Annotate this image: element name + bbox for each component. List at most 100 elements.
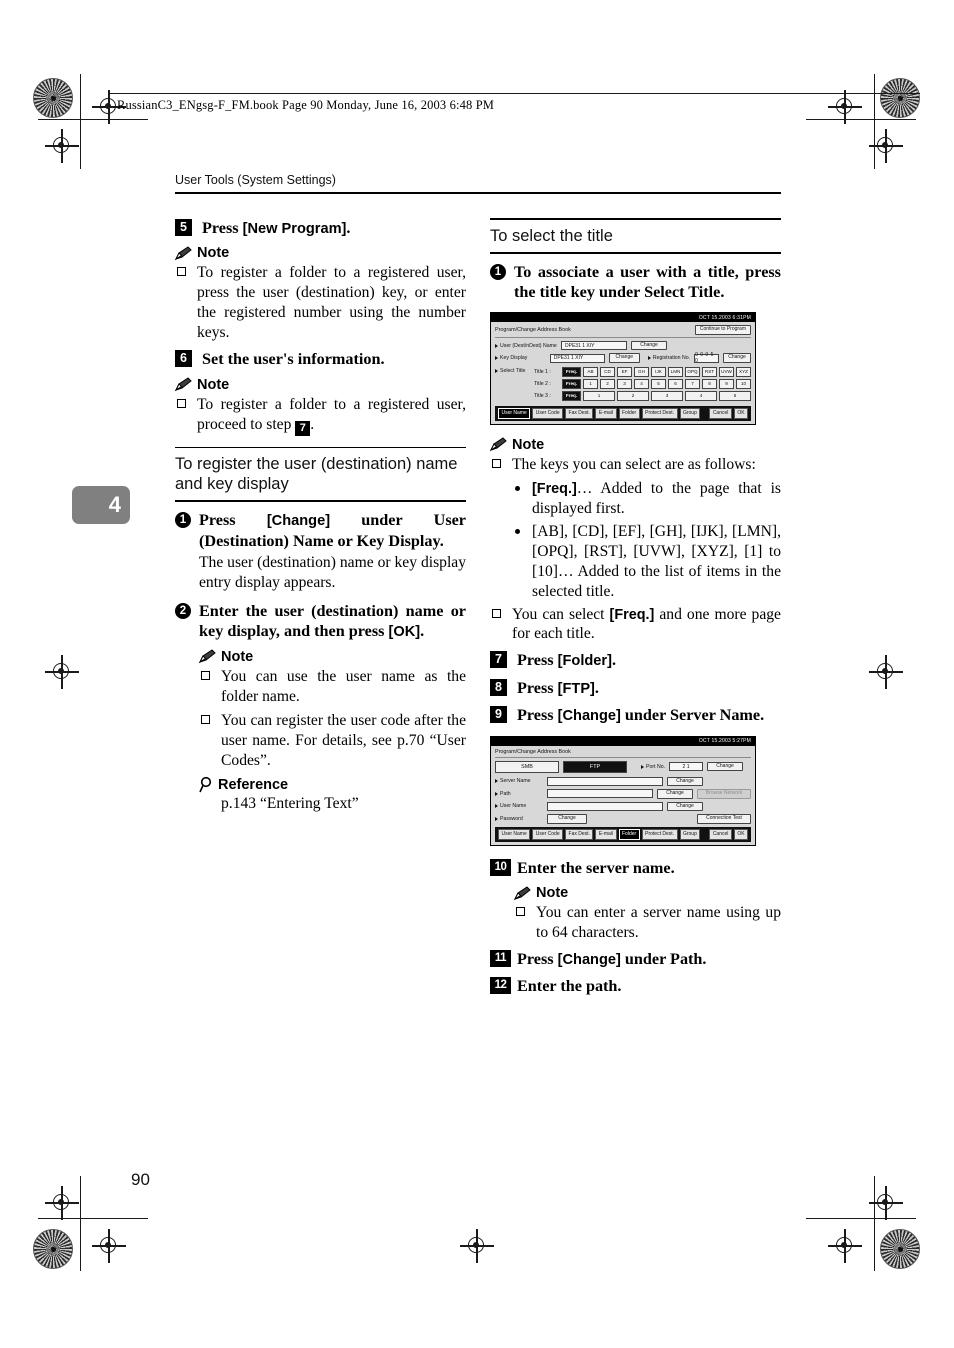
substep-1: 1 Press [Change] under User (Destination… bbox=[175, 510, 466, 593]
crop-mark-bottom-right-v bbox=[874, 1176, 875, 1271]
title-2-key[interactable]: 5 bbox=[651, 378, 666, 389]
server-name-label-text: Server Name bbox=[500, 778, 531, 785]
pencil-icon bbox=[199, 649, 216, 664]
title-1-key[interactable]: UVW bbox=[719, 366, 734, 377]
file-header-line: RussianC3_ENgsg-F_FM.book Page 90 Monday… bbox=[117, 98, 495, 112]
title-1-key[interactable]: GH bbox=[634, 366, 649, 377]
step-10: 10 Enter the server name. bbox=[490, 858, 781, 878]
title-1-key[interactable]: CD bbox=[600, 366, 615, 377]
tab-group[interactable]: Group bbox=[679, 828, 701, 840]
tab-group[interactable]: Group bbox=[679, 407, 701, 419]
key-display-field[interactable]: DPE31 1 XIY bbox=[549, 353, 605, 363]
port-no-field[interactable]: 2 1 bbox=[669, 762, 704, 772]
step-10-note: Note You can enter a server name using u… bbox=[514, 885, 781, 943]
step-6-text: Set the user's information. bbox=[202, 350, 385, 369]
registration-target-bottom-center bbox=[460, 1229, 494, 1263]
running-head: User Tools (System Settings) bbox=[175, 173, 336, 187]
mode-ftp-button[interactable]: FTP bbox=[563, 760, 627, 773]
path-field[interactable] bbox=[547, 789, 653, 799]
continue-to-program-button[interactable]: Continue to Program bbox=[694, 325, 751, 335]
title-3-key[interactable]: 5 bbox=[719, 390, 751, 401]
server-name-field[interactable] bbox=[547, 776, 663, 786]
step-5: 5 Press [New Program]. bbox=[175, 218, 466, 238]
cancel-button[interactable]: Cancel bbox=[709, 407, 732, 419]
select-title-label: Select Title bbox=[495, 367, 530, 374]
tab-protect-dest[interactable]: Protect Dest. bbox=[641, 828, 678, 840]
bullet-arrow-icon bbox=[641, 764, 644, 769]
browse-network-button[interactable]: Browse Network bbox=[697, 789, 751, 799]
substep-2-key: [OK] bbox=[388, 624, 421, 641]
tab-user-name[interactable]: User Name bbox=[498, 407, 531, 419]
section-register-user-name: To register the user (destination) name … bbox=[175, 446, 466, 503]
title-2-key[interactable]: 4 bbox=[634, 378, 649, 389]
ftp-user-name-change-button[interactable]: Change bbox=[667, 801, 703, 812]
title-2-key[interactable]: 3 bbox=[617, 378, 632, 389]
title-2-freq-key[interactable]: Freq. bbox=[562, 378, 581, 389]
note-bullet-icon bbox=[201, 670, 210, 680]
title-3-key[interactable]: 1 bbox=[583, 390, 615, 401]
title-3-key[interactable]: 4 bbox=[685, 390, 717, 401]
user-name-field[interactable]: DPE31 1 XIY bbox=[561, 341, 627, 351]
crop-mark-top-left-v bbox=[80, 74, 81, 169]
tab-protect-dest[interactable]: Protect Dest. bbox=[641, 407, 678, 419]
title-2-key[interactable]: 7 bbox=[685, 378, 700, 389]
port-no-label-text: Port No. bbox=[646, 763, 666, 770]
title-1-key[interactable]: XYZ bbox=[736, 366, 751, 377]
title-2-key[interactable]: 1 bbox=[583, 378, 598, 389]
freq-key-label: [Freq.] bbox=[532, 480, 577, 497]
title-3-key[interactable]: 3 bbox=[651, 390, 683, 401]
tab-fax-dest[interactable]: Fax Dest. bbox=[565, 407, 594, 419]
user-name-change-button[interactable]: Change bbox=[631, 340, 667, 351]
title-1-key[interactable]: EF bbox=[617, 366, 632, 377]
title-1-freq-key[interactable]: Freq. bbox=[562, 366, 581, 377]
tab-email[interactable]: E-mail bbox=[595, 407, 617, 419]
title-1-key[interactable]: AB bbox=[583, 366, 598, 377]
connection-test-button[interactable]: Connection Test bbox=[697, 814, 751, 824]
ftp-user-name-field[interactable] bbox=[547, 801, 663, 811]
title-1-key[interactable]: LMN bbox=[668, 366, 683, 377]
tab-email[interactable]: E-mail bbox=[595, 828, 617, 840]
title-1-key[interactable]: RST bbox=[702, 366, 717, 377]
note-heading: Note bbox=[490, 437, 781, 453]
tab-user-code[interactable]: User Code bbox=[532, 828, 564, 840]
title-2-key[interactable]: 8 bbox=[702, 378, 717, 389]
step-7: 7 Press [Folder]. bbox=[490, 650, 781, 670]
lcd-status-bar: OCT 15.2003 6:31PM bbox=[491, 313, 755, 323]
tab-fax-dest[interactable]: Fax Dest. bbox=[565, 828, 594, 840]
crop-mark-bottom-right-h bbox=[806, 1218, 916, 1219]
registration-no-change-button[interactable]: Change bbox=[723, 353, 751, 363]
ok-button[interactable]: OK bbox=[733, 407, 749, 419]
substep-2-number: 2 bbox=[175, 602, 191, 619]
title-1-key[interactable]: IJK bbox=[651, 366, 666, 377]
path-change-button[interactable]: Change bbox=[657, 789, 693, 799]
title-2-key[interactable]: 6 bbox=[668, 378, 683, 389]
port-no-change-button[interactable]: Change bbox=[707, 761, 744, 772]
note-item: You can register the user code after the… bbox=[199, 711, 466, 771]
password-change-button[interactable]: Change bbox=[547, 814, 587, 824]
title-row-2: Title 2 : Freq. 1 2 3 4 5 6 7 8 9 10 bbox=[534, 378, 751, 389]
mode-smb-button[interactable]: SMB bbox=[495, 760, 559, 773]
server-name-change-button[interactable]: Change bbox=[667, 776, 703, 787]
title-2-key[interactable]: 10 bbox=[736, 378, 751, 389]
lcd-window-title: Program/Change Address Book bbox=[495, 327, 571, 334]
cancel-button[interactable]: Cancel bbox=[709, 828, 732, 840]
registration-no-field[interactable]: 0 0 0 5 0 bbox=[694, 352, 719, 364]
title-2-key[interactable]: 2 bbox=[600, 378, 615, 389]
title-1-label: Title 1 : bbox=[534, 368, 551, 375]
title-1-key[interactable]: OPQ bbox=[685, 366, 700, 377]
title-3-freq-key[interactable]: Freq. bbox=[562, 390, 581, 401]
step-11: 11 Press [Change] under Path. bbox=[490, 949, 781, 969]
tab-folder[interactable]: Folder bbox=[618, 407, 640, 419]
title-2-key[interactable]: 9 bbox=[719, 378, 734, 389]
note-item-text: You can register the user code after the… bbox=[221, 711, 466, 769]
reference-heading: Reference bbox=[199, 776, 466, 793]
tab-user-code[interactable]: User Code bbox=[532, 407, 564, 419]
lcd-title-bar: Program/Change Address Book bbox=[495, 749, 751, 758]
tab-user-name[interactable]: User Name bbox=[498, 828, 531, 840]
title-3-key[interactable]: 2 bbox=[617, 390, 649, 401]
lcd-row-key-display: Key Display DPE31 1 XIY Change Registrat… bbox=[495, 352, 751, 364]
document-page: RussianC3_ENgsg-F_FM.book Page 90 Monday… bbox=[0, 0, 954, 1348]
key-display-change-button[interactable]: Change bbox=[608, 353, 640, 363]
tab-folder[interactable]: Folder bbox=[618, 828, 640, 840]
ok-button[interactable]: OK bbox=[733, 828, 749, 840]
